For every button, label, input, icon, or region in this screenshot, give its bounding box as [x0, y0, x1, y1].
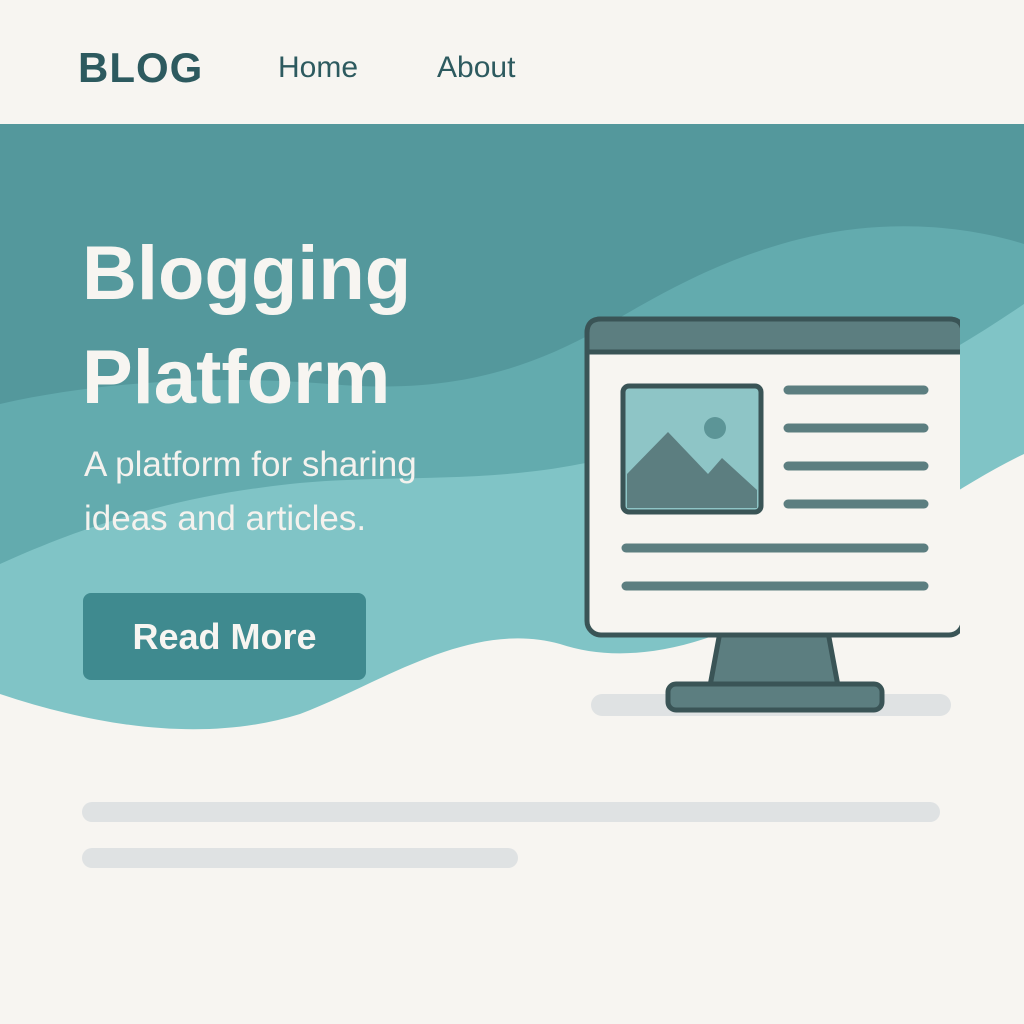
hero-title: Blogging Platform — [82, 222, 411, 430]
nav-link-about[interactable]: About — [437, 50, 515, 86]
monitor-blog-page-icon — [584, 316, 960, 716]
content-placeholder-line — [82, 802, 940, 822]
monitor-title-bar — [584, 316, 960, 355]
hero-subtitle: A platform for sharing ideas and article… — [84, 445, 417, 538]
mountain-image-icon — [620, 383, 764, 515]
top-navigation: BLOG Home About — [0, 0, 1024, 124]
blog-landing-page: BLOG Home About Blogging Platform A plat… — [0, 0, 1024, 1024]
read-more-button[interactable]: Read More — [83, 593, 366, 680]
blog-logo[interactable]: BLOG — [78, 44, 203, 92]
monitor-neck — [707, 629, 841, 689]
nav-link-home[interactable]: Home — [278, 50, 358, 86]
content-placeholder-line — [82, 848, 518, 868]
monitor-base — [665, 681, 885, 713]
hero-title-line-1: Blogging — [82, 231, 412, 316]
hero-title-line-2: Platform — [82, 335, 391, 420]
